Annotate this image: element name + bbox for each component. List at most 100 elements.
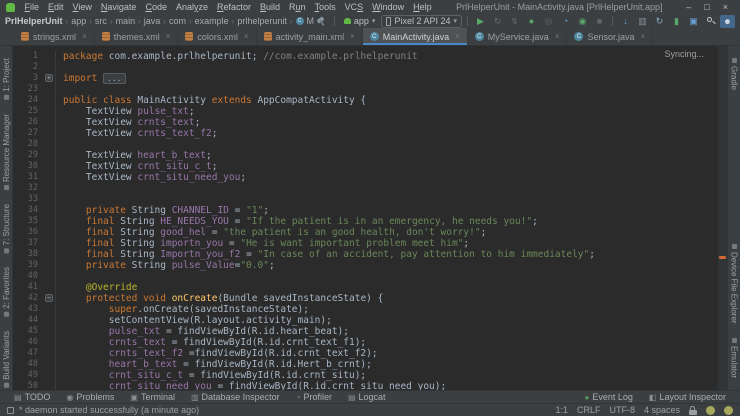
- tab-strings-xml[interactable]: strings.xml×: [14, 28, 95, 45]
- tab-myservice-java[interactable]: CMyService.java×: [468, 28, 568, 45]
- fold-column[interactable]: [43, 348, 56, 359]
- readonly-lock-icon[interactable]: [689, 406, 697, 415]
- breadcrumb-item-example[interactable]: example: [195, 16, 229, 26]
- fold-marker-icon[interactable]: −: [45, 294, 53, 302]
- line-number[interactable]: 42: [13, 293, 43, 304]
- tab-mainactivity-java[interactable]: CMainActivity.java×: [363, 28, 468, 45]
- line-number[interactable]: 48: [13, 359, 43, 370]
- toolwindow-button-1-project[interactable]: 1: Project: [2, 58, 11, 100]
- menu-help[interactable]: Help: [409, 2, 437, 12]
- toolwindow-button-event-log[interactable]: ●Event Log: [577, 392, 641, 402]
- profile-low-overhead-button[interactable]: ◉: [575, 15, 590, 28]
- fold-column[interactable]: [43, 84, 56, 95]
- line-number[interactable]: 47: [13, 348, 43, 359]
- stop-button[interactable]: ■: [592, 15, 607, 28]
- indent-indicator[interactable]: 4 spaces: [644, 405, 680, 415]
- line-number[interactable]: 46: [13, 337, 43, 348]
- apply-code-changes-button[interactable]: ↯: [507, 15, 522, 28]
- close-button[interactable]: ×: [723, 2, 728, 12]
- fold-column[interactable]: [43, 150, 56, 161]
- fold-column[interactable]: [43, 249, 56, 260]
- fold-column[interactable]: [43, 161, 56, 172]
- debug-button[interactable]: ●: [524, 15, 539, 28]
- fold-column[interactable]: [43, 238, 56, 249]
- tab-activity-main-xml[interactable]: activity_main.xml×: [257, 28, 363, 45]
- tab-close-icon[interactable]: ×: [82, 32, 87, 41]
- breadcrumb-item-src[interactable]: src: [95, 16, 107, 26]
- menu-view[interactable]: View: [68, 2, 96, 12]
- fold-column[interactable]: +: [43, 73, 56, 84]
- build-hammer-icon[interactable]: [314, 15, 329, 28]
- feedback-smiley-icon-2[interactable]: [724, 406, 733, 415]
- line-number[interactable]: 27: [13, 128, 43, 139]
- line-number[interactable]: 26: [13, 117, 43, 128]
- profile-button[interactable]: ◔: [558, 15, 573, 28]
- run-configuration-selector[interactable]: app ▾: [340, 15, 380, 28]
- line-number[interactable]: 28: [13, 139, 43, 150]
- menu-code[interactable]: Code: [141, 2, 172, 12]
- tab-close-icon[interactable]: ×: [244, 32, 249, 41]
- search-everywhere-icon[interactable]: [703, 15, 718, 28]
- tab-themes-xml[interactable]: themes.xml×: [95, 28, 179, 45]
- breadcrumb-item-prlhelperunit[interactable]: PrlHelperUnit: [5, 16, 63, 26]
- toolwindow-button-problems[interactable]: ◉Problems: [58, 392, 122, 402]
- code-editor[interactable]: 1package com.example.prlhelperunit; //co…: [13, 46, 717, 390]
- tab-close-icon[interactable]: ×: [641, 32, 646, 41]
- toolwindow-button-device-file-explorer[interactable]: Device File Explorer: [730, 244, 739, 324]
- line-number[interactable]: 2: [13, 62, 43, 73]
- encoding-indicator[interactable]: UTF-8: [609, 405, 635, 415]
- menu-tools[interactable]: Tools: [310, 2, 340, 12]
- line-number[interactable]: 49: [13, 370, 43, 381]
- menu-refactor[interactable]: Refactor: [213, 2, 256, 12]
- toolwindow-button-profiler[interactable]: ◔Profiler: [288, 392, 340, 402]
- menu-run[interactable]: Run: [285, 2, 311, 12]
- folded-imports-region[interactable]: ...: [103, 73, 125, 84]
- fold-column[interactable]: [43, 282, 56, 293]
- profile-avatar[interactable]: ☻: [720, 15, 735, 28]
- fold-column[interactable]: [43, 205, 56, 216]
- maximize-button[interactable]: □: [704, 2, 709, 12]
- toolwindow-button-emulator[interactable]: Emulator: [730, 338, 739, 378]
- attach-to-process-icon[interactable]: ▥: [635, 15, 650, 28]
- tab-close-icon[interactable]: ×: [555, 32, 560, 41]
- tab-colors-xml[interactable]: colors.xml×: [178, 28, 256, 45]
- menu-window[interactable]: Window: [368, 2, 409, 12]
- fold-column[interactable]: [43, 304, 56, 315]
- fold-column[interactable]: [43, 216, 56, 227]
- fold-column[interactable]: [43, 95, 56, 106]
- toolwindow-button-terminal[interactable]: ▣Terminal: [122, 392, 183, 402]
- fold-column[interactable]: [43, 117, 56, 128]
- menu-edit[interactable]: Edit: [44, 2, 69, 12]
- fold-column[interactable]: [43, 172, 56, 183]
- line-separator-indicator[interactable]: CRLF: [577, 405, 601, 415]
- breadcrumb-item-prlhelperunit[interactable]: prlhelperunit: [237, 16, 287, 26]
- fold-column[interactable]: [43, 359, 56, 370]
- fold-column[interactable]: [43, 62, 56, 73]
- menu-analyze[interactable]: Analyze: [171, 2, 212, 12]
- fold-column[interactable]: −: [43, 293, 56, 304]
- tab-close-icon[interactable]: ×: [166, 32, 171, 41]
- line-number[interactable]: 3: [13, 73, 43, 84]
- fold-column[interactable]: [43, 128, 56, 139]
- line-number[interactable]: 45: [13, 326, 43, 337]
- device-selector[interactable]: Pixel 2 API 24 ▾: [381, 15, 462, 28]
- line-number[interactable]: 38: [13, 249, 43, 260]
- line-number[interactable]: 1: [13, 51, 43, 62]
- fold-column[interactable]: [43, 271, 56, 282]
- fold-column[interactable]: [43, 381, 56, 390]
- line-number[interactable]: 40: [13, 271, 43, 282]
- line-number[interactable]: 24: [13, 95, 43, 106]
- run-button[interactable]: ▶: [473, 15, 488, 28]
- line-number[interactable]: 44: [13, 315, 43, 326]
- toolwindow-button-logcat[interactable]: ▤Logcat: [340, 392, 394, 402]
- menu-build[interactable]: Build: [256, 2, 285, 12]
- line-number[interactable]: 23: [13, 84, 43, 95]
- fold-column[interactable]: [43, 326, 56, 337]
- toolwindow-button-layout-inspector[interactable]: ◧Layout Inspector: [641, 392, 734, 402]
- breadcrumb-item-com[interactable]: com: [169, 16, 186, 26]
- line-number[interactable]: 33: [13, 194, 43, 205]
- fold-column[interactable]: [43, 227, 56, 238]
- toolwindow-button-database-inspector[interactable]: ▥Database Inspector: [183, 392, 288, 402]
- line-number[interactable]: 41: [13, 282, 43, 293]
- line-number[interactable]: 50: [13, 381, 43, 390]
